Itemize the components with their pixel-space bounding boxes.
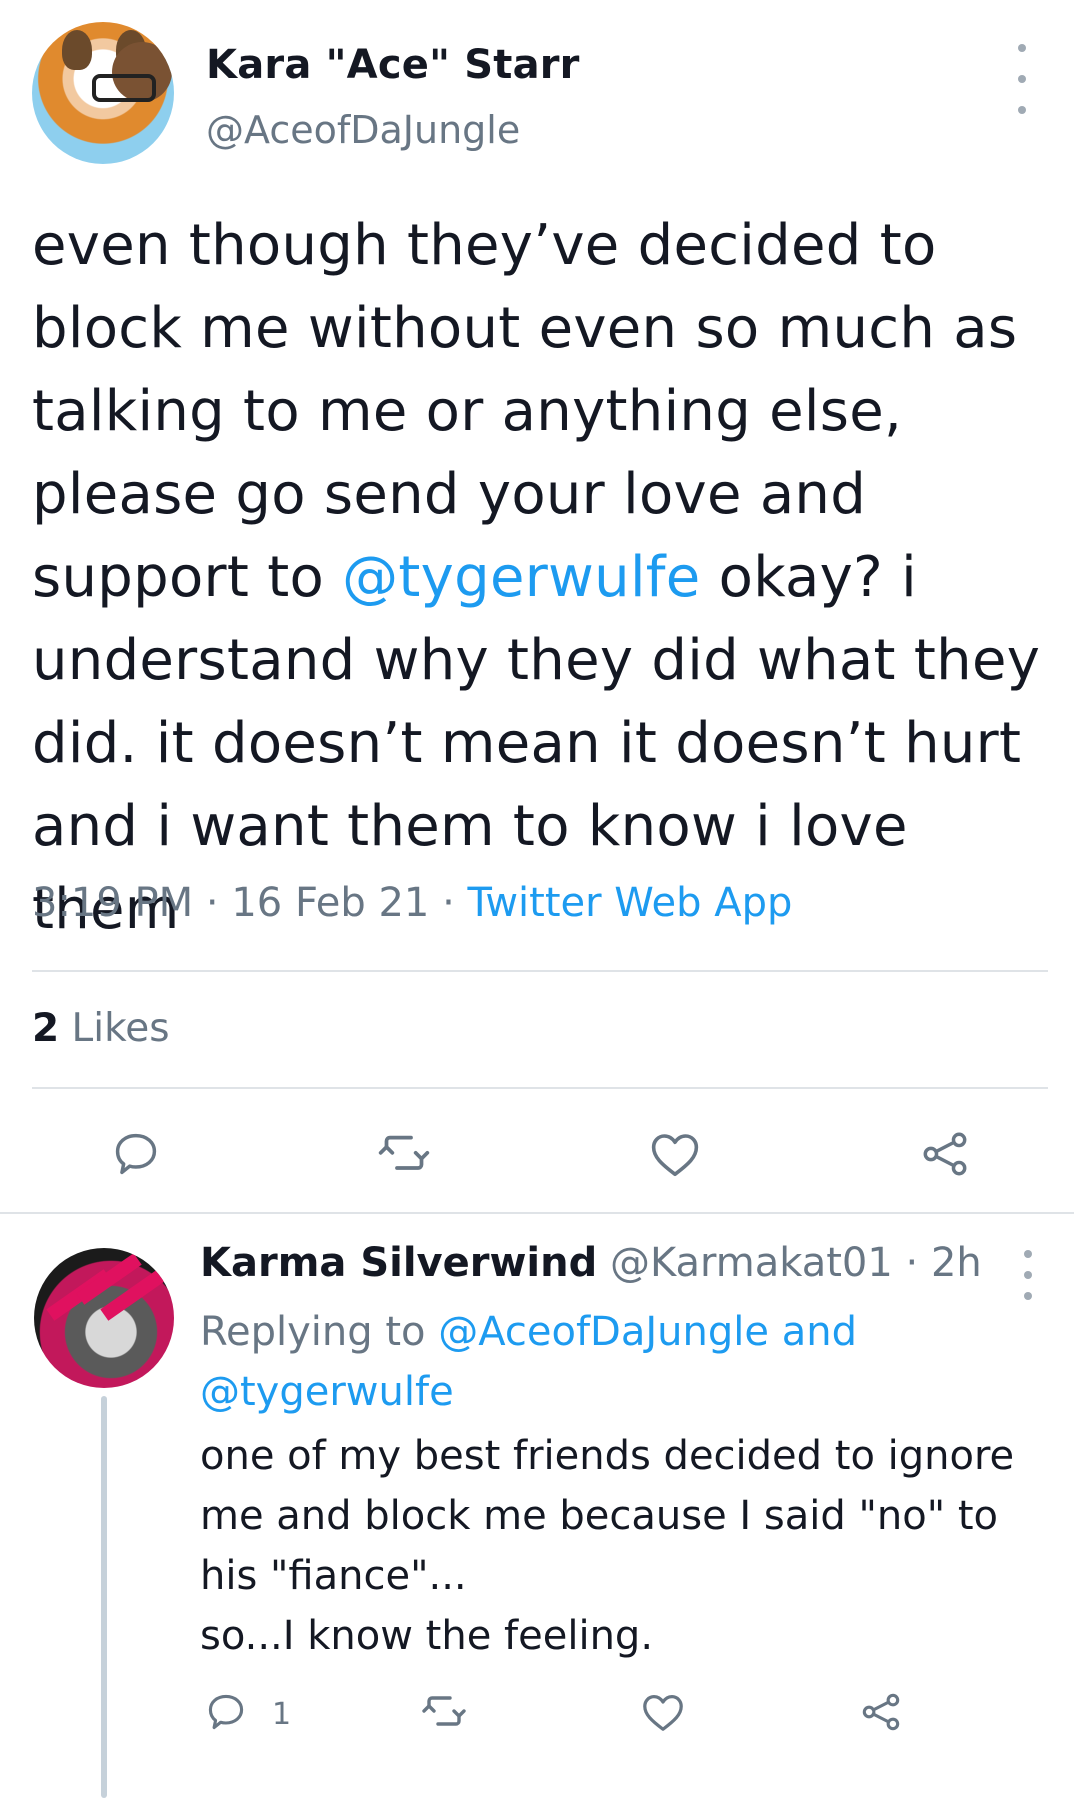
share-icon[interactable]: [858, 1690, 904, 1734]
meta-separator: ·: [892, 1240, 931, 1286]
reply-text: one of my best friends decided to ignore…: [200, 1433, 1015, 1659]
tweet-time[interactable]: 3:19 PM: [32, 880, 193, 926]
replying-mention-2[interactable]: @tygerwulfe: [200, 1369, 454, 1415]
tweet-meta: 3:19 PM · 16 Feb 21 · Twitter Web App: [32, 880, 792, 926]
divider: [0, 1212, 1074, 1214]
replying-mention-1[interactable]: @AceofDaJungle: [438, 1309, 769, 1355]
reply-author-avatar[interactable]: [34, 1248, 174, 1388]
mention-link[interactable]: @tygerwulfe: [342, 545, 700, 610]
likes-summary[interactable]: 2 Likes: [32, 1006, 170, 1051]
replying-prefix: Replying to: [200, 1309, 426, 1355]
author-avatar[interactable]: [32, 22, 174, 164]
reply-author-name[interactable]: Karma Silverwind: [200, 1240, 597, 1286]
author-name[interactable]: Kara "Ace" Starr: [206, 42, 580, 88]
likes-count: 2: [32, 1006, 60, 1051]
more-icon[interactable]: [1018, 1250, 1038, 1300]
thread-line: [101, 1396, 107, 1798]
reply-header: Karma Silverwind @Karmakat01 · 2h: [200, 1240, 982, 1286]
tweet-source[interactable]: Twitter Web App: [468, 880, 793, 926]
reply-icon[interactable]: [110, 1128, 162, 1180]
divider: [32, 970, 1048, 972]
likes-label: Likes: [71, 1006, 170, 1051]
author-handle[interactable]: @AceofDaJungle: [206, 108, 520, 152]
divider: [32, 1087, 1048, 1089]
share-icon[interactable]: [918, 1128, 972, 1180]
reply-count: 1: [272, 1697, 292, 1732]
meta-separator: ·: [193, 880, 232, 926]
like-icon[interactable]: [640, 1690, 686, 1734]
tweet-text: even though they’ve decided to block me …: [32, 204, 1052, 951]
replying-to: Replying to @AceofDaJungle and @tygerwul…: [200, 1302, 1060, 1422]
reply-icon[interactable]: [204, 1690, 248, 1734]
tweet-date[interactable]: 16 Feb 21: [231, 880, 429, 926]
retweet-icon[interactable]: [376, 1128, 432, 1180]
like-icon[interactable]: [648, 1128, 702, 1180]
more-icon[interactable]: [1012, 44, 1032, 114]
meta-separator: ·: [429, 880, 468, 926]
reply-author-handle[interactable]: @Karmakat01: [610, 1240, 893, 1286]
replying-and[interactable]: and: [782, 1309, 857, 1355]
reply-age[interactable]: 2h: [931, 1240, 982, 1286]
retweet-icon[interactable]: [420, 1690, 468, 1734]
